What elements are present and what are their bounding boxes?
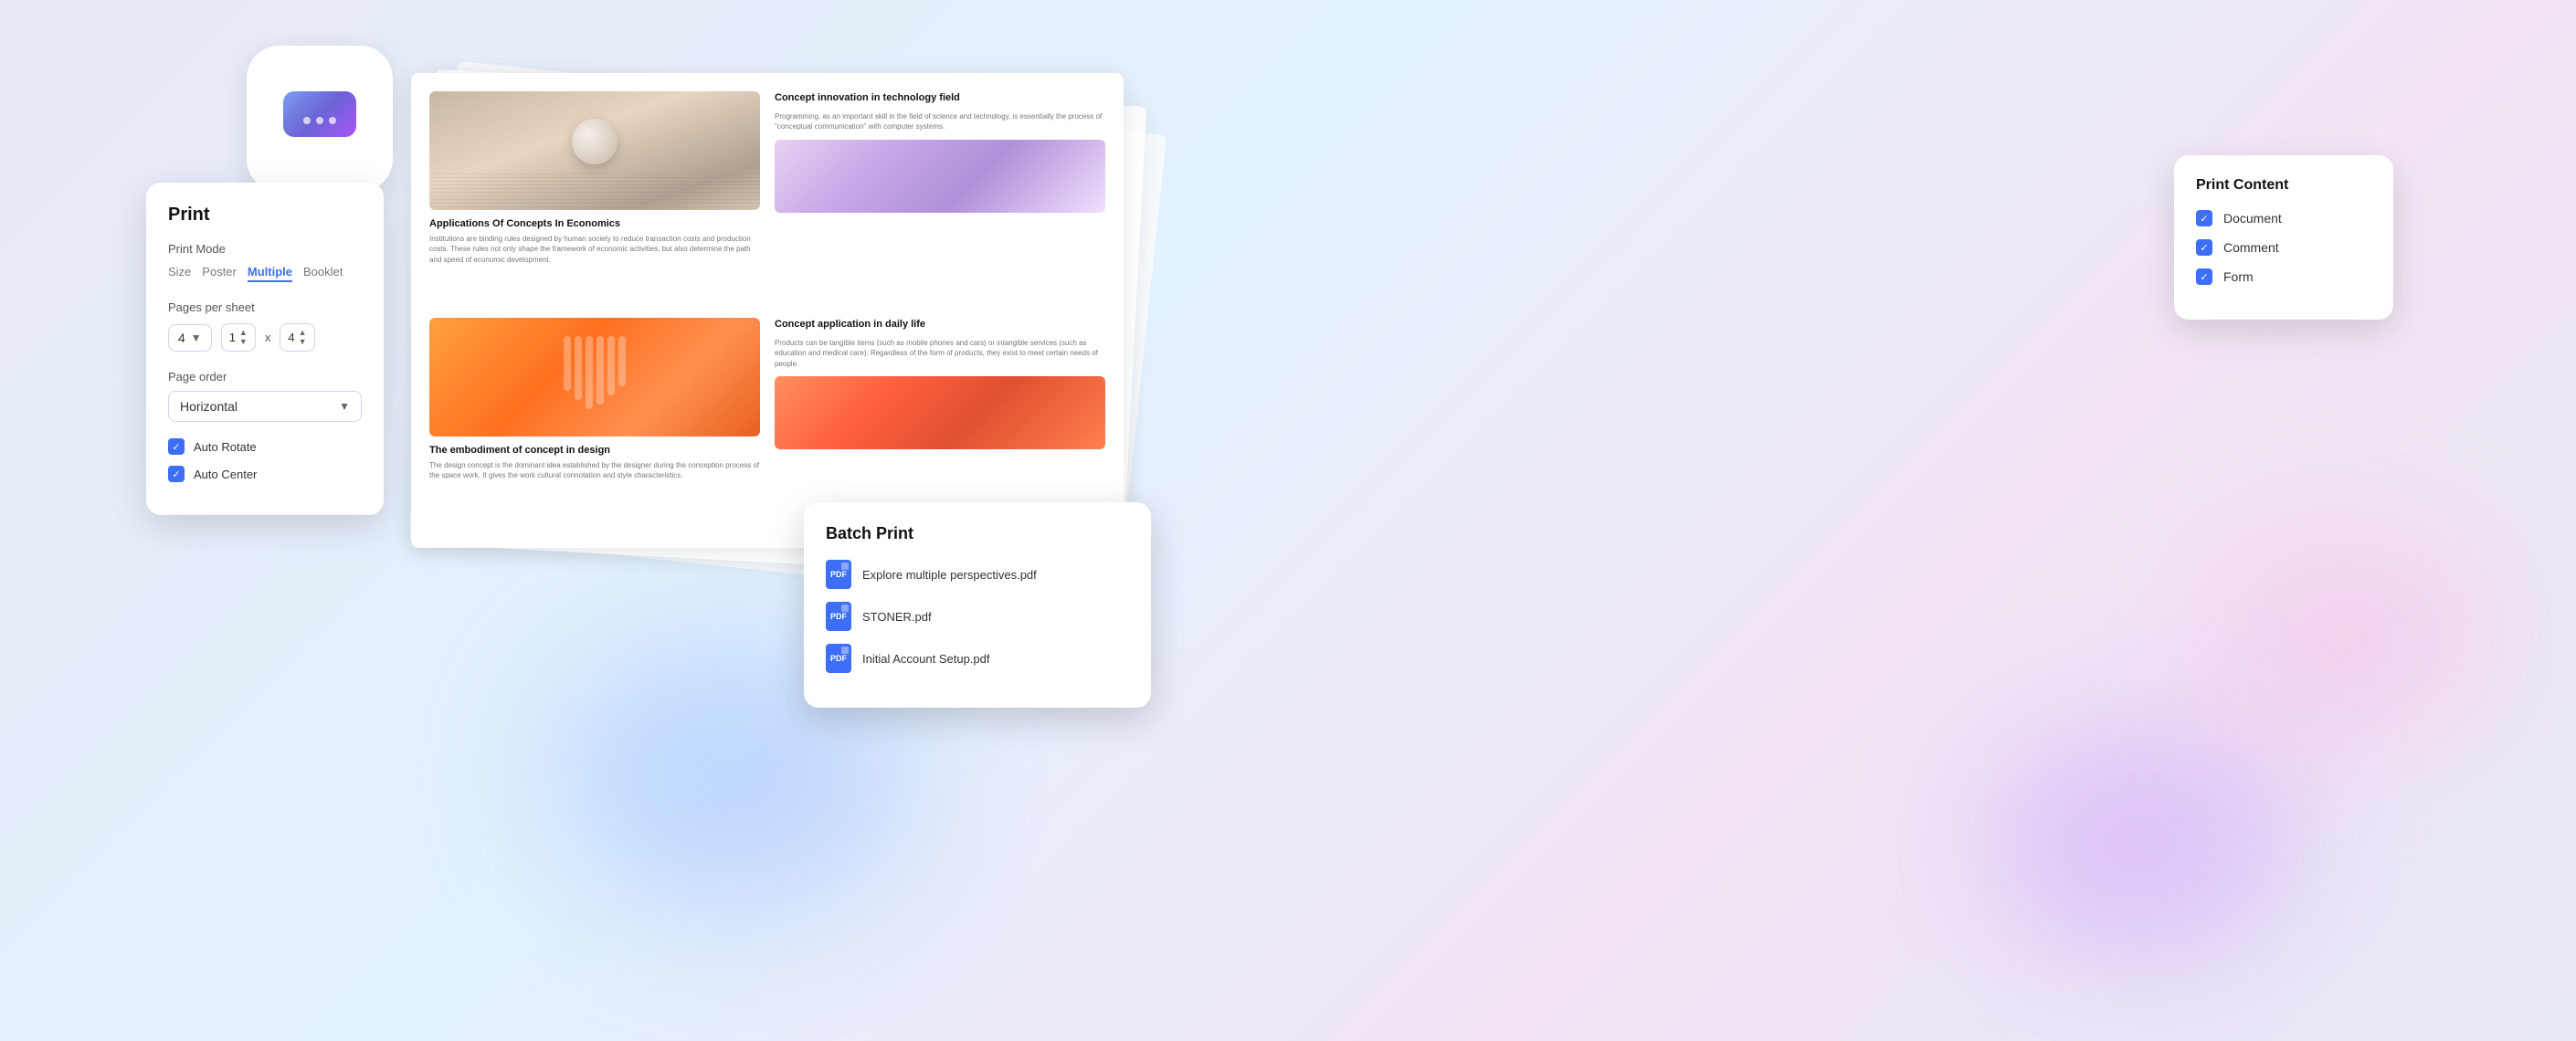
tab-size[interactable]: Size: [168, 265, 191, 282]
printer-dot: [316, 117, 323, 124]
printer-dot: [303, 117, 311, 124]
doc-body-3: The design concept is the dominant idea …: [429, 460, 760, 480]
doc-body-4: Products can be tangible items (such as …: [775, 338, 1105, 369]
printer-paper-bottom: [297, 142, 343, 155]
bp-item-2: PDF STONER.pdf: [826, 602, 1129, 631]
img-design: [429, 318, 760, 436]
bp-file-label-3: PDF: [830, 654, 847, 663]
pc-checkbox-document[interactable]: ✓: [2196, 210, 2212, 226]
x-separator: x: [265, 331, 271, 344]
auto-rotate-check: ✓: [172, 441, 180, 453]
tab-multiple[interactable]: Multiple: [248, 265, 292, 282]
sphere-decoration: [572, 119, 618, 164]
pages-y-down-arrow: ▼: [299, 338, 307, 346]
pc-item-comment: ✓ Comment: [2196, 239, 2371, 256]
doc-body-2: Programming, as an important skill in th…: [775, 111, 1105, 131]
batch-print-panel: Batch Print PDF Explore multiple perspec…: [804, 502, 1151, 708]
decorative-blob-pink: [2211, 548, 2485, 731]
bp-filename-3: Initial Account Setup.pdf: [862, 652, 989, 666]
auto-center-checkbox[interactable]: ✓: [168, 466, 185, 482]
print-panel: Print Print Mode Size Poster Multiple Bo…: [146, 183, 384, 515]
bp-file-icon-1: PDF: [826, 560, 851, 589]
pages-y-arrows: ▲ ▼: [299, 329, 307, 346]
doc-cell-2: Concept innovation in technology field P…: [775, 91, 1105, 303]
page-order-value: Horizontal: [180, 399, 238, 414]
doc-title-4: Concept application in daily life: [775, 318, 1105, 331]
auto-rotate-checkbox[interactable]: ✓: [168, 438, 185, 455]
bp-item-1: PDF Explore multiple perspectives.pdf: [826, 560, 1129, 589]
auto-rotate-label: Auto Rotate: [194, 440, 257, 454]
bp-filename-2: STONER.pdf: [862, 610, 932, 624]
printer-icon: [279, 82, 361, 155]
doc-text-1: Applications Of Concepts In Economics In…: [429, 217, 760, 303]
doc-cell-3: The embodiment of concept in design The …: [429, 318, 760, 530]
print-panel-title: Print: [168, 205, 362, 226]
decorative-blob-purple: [1982, 731, 2302, 959]
pages-y-up-arrow: ▲: [299, 329, 307, 337]
img-economics: [429, 91, 760, 210]
print-content-title: Print Content: [2196, 177, 2371, 194]
printer-dot: [329, 117, 336, 124]
pages-per-sheet-row: 4 ▼ 1 ▲ ▼ x 4 ▲ ▼: [168, 323, 362, 352]
pc-check-form: ✓: [2200, 271, 2208, 283]
tab-booklet[interactable]: Booklet: [303, 265, 343, 282]
printer-dots: [303, 117, 336, 124]
pc-label-comment: Comment: [2223, 240, 2279, 255]
tab-poster[interactable]: Poster: [202, 265, 237, 282]
pc-checkbox-form[interactable]: ✓: [2196, 268, 2212, 285]
doc-cell-1: Applications Of Concepts In Economics In…: [429, 91, 760, 303]
auto-rotate-row: ✓ Auto Rotate: [168, 438, 362, 455]
pc-item-form: ✓ Form: [2196, 268, 2371, 285]
bp-file-icon-2: PDF: [826, 602, 851, 631]
doc-image-1: [429, 91, 760, 210]
batch-print-title: Batch Print: [826, 524, 1129, 543]
bp-filename-1: Explore multiple perspectives.pdf: [862, 568, 1037, 582]
doc-title-1: Applications Of Concepts In Economics: [429, 217, 760, 230]
printer-body: [283, 91, 356, 137]
print-content-panel: Print Content ✓ Document ✓ Comment ✓ For…: [2174, 155, 2393, 320]
pages-x-arrows: ▲ ▼: [239, 329, 248, 346]
print-mode-tabs: Size Poster Multiple Booklet: [168, 265, 362, 282]
img-technology: [775, 140, 1105, 213]
doc-body-1: Institutions are binding rules designed …: [429, 234, 760, 265]
rings-decoration: [429, 174, 760, 210]
auto-center-check: ✓: [172, 468, 180, 480]
print-mode-label: Print Mode: [168, 242, 362, 256]
doc-cell-4: Concept application in daily life Produc…: [775, 318, 1105, 530]
doc-text-3: The embodiment of concept in design The …: [429, 444, 760, 530]
pc-check-document: ✓: [2200, 213, 2208, 225]
pc-label-document: Document: [2223, 211, 2282, 226]
pages-y-value: 4: [288, 331, 294, 344]
bp-file-label-1: PDF: [830, 570, 847, 579]
app-icon: [247, 46, 393, 192]
pc-checkbox-comment[interactable]: ✓: [2196, 239, 2212, 256]
img-daily-life: [775, 376, 1105, 449]
page-order-arrow: ▼: [339, 400, 350, 413]
pages-x-value: 1: [229, 331, 236, 344]
pages-per-sheet-label: Pages per sheet: [168, 300, 362, 314]
pages-per-sheet-select[interactable]: 4 ▼: [168, 324, 212, 352]
design-lines: [564, 336, 626, 409]
doc-title-3: The embodiment of concept in design: [429, 444, 760, 457]
pc-label-form: Form: [2223, 269, 2254, 284]
doc-image-3: [429, 318, 760, 436]
pc-check-comment: ✓: [2200, 242, 2208, 254]
pc-item-document: ✓ Document: [2196, 210, 2371, 226]
page-order-label: Page order: [168, 370, 362, 384]
doc-title-2: Concept innovation in technology field: [775, 91, 1105, 104]
document-preview: Applications Of Concepts In Economics In…: [411, 73, 1124, 548]
pages-y-input[interactable]: 4 ▲ ▼: [280, 323, 314, 352]
bp-item-3: PDF Initial Account Setup.pdf: [826, 644, 1129, 673]
pages-x-input[interactable]: 1 ▲ ▼: [221, 323, 256, 352]
bp-file-label-2: PDF: [830, 612, 847, 621]
pps-dropdown-arrow: ▼: [191, 331, 202, 344]
auto-center-row: ✓ Auto Center: [168, 466, 362, 482]
page-order-select[interactable]: Horizontal ▼: [168, 391, 362, 422]
pps-value: 4: [178, 331, 185, 345]
bp-file-icon-3: PDF: [826, 644, 851, 673]
pages-x-up-arrow: ▲: [239, 329, 248, 337]
auto-center-label: Auto Center: [194, 468, 257, 481]
pages-x-down-arrow: ▼: [239, 338, 248, 346]
